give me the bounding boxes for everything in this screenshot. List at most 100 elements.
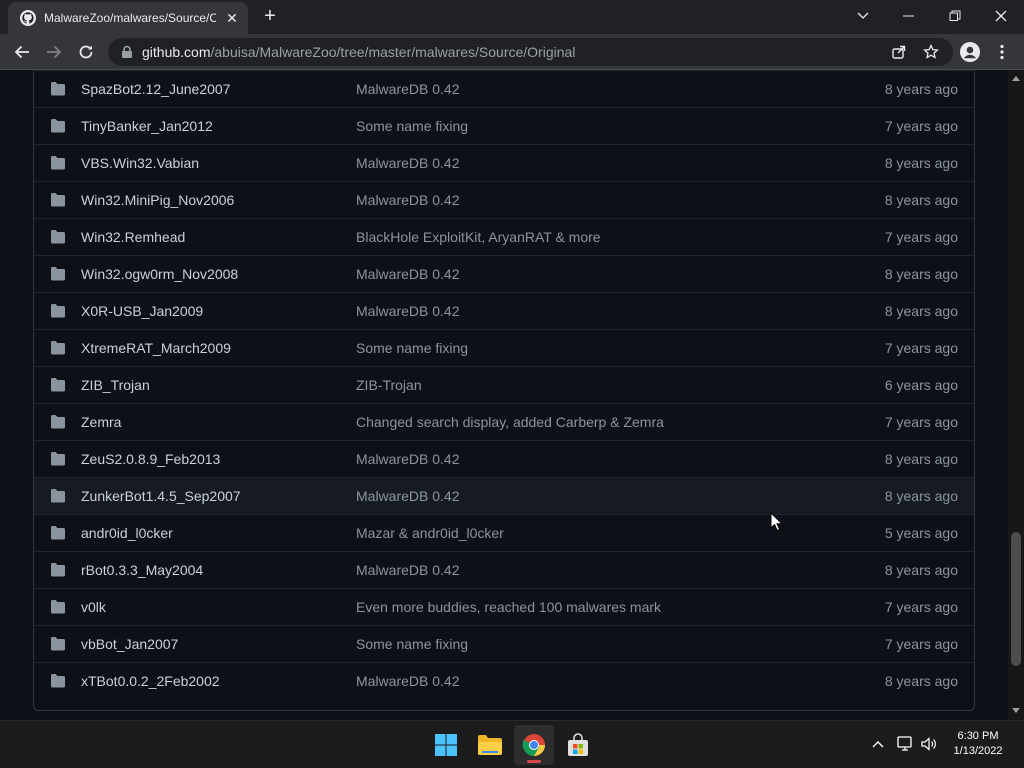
file-name-link[interactable]: XtremeRAT_March2009: [81, 340, 231, 356]
page-scrollbar[interactable]: [1008, 70, 1024, 720]
close-tab-icon[interactable]: ✕: [224, 10, 240, 26]
commit-message-link[interactable]: Changed search display, added Carberp & …: [356, 414, 664, 430]
commit-message-link[interactable]: Some name fixing: [356, 118, 468, 134]
scroll-up-icon[interactable]: [1012, 76, 1020, 81]
file-name-link[interactable]: xTBot0.0.2_2Feb2002: [81, 673, 220, 689]
address-bar[interactable]: github.com/abuisa/MalwareZoo/tree/master…: [108, 38, 953, 66]
table-row[interactable]: ZIB_Trojan ZIB-Trojan 6 years ago: [34, 366, 974, 403]
browser-toolbar: github.com/abuisa/MalwareZoo/tree/master…: [0, 34, 1024, 70]
folder-app-icon: [478, 735, 502, 755]
commit-message-link[interactable]: MalwareDB 0.42: [356, 451, 460, 467]
tab-strip: MalwareZoo/malwares/Source/Original ✕ +: [0, 0, 1024, 34]
commit-message-link[interactable]: Some name fixing: [356, 340, 468, 356]
table-row[interactable]: Win32.ogw0rm_Nov2008 MalwareDB 0.42 8 year…: [34, 255, 974, 292]
table-row[interactable]: rBot0.3.3_May2004 MalwareDB 0.42 8 years a…: [34, 551, 974, 588]
taskbar-clock[interactable]: 6:30 PM 1/13/2022: [938, 729, 1018, 759]
file-name-link[interactable]: X0R-USB_Jan2009: [81, 303, 203, 319]
forward-button[interactable]: [40, 38, 68, 66]
file-name-link[interactable]: ZeuS2.0.8.9_Feb2013: [81, 451, 220, 467]
table-row[interactable]: X0R-USB_Jan2009 MalwareDB 0.42 8 years ago: [34, 292, 974, 329]
chevron-down-icon[interactable]: [840, 0, 886, 32]
file-name-link[interactable]: vbBot_Jan2007: [81, 636, 178, 652]
commit-age: 7 years ago: [884, 118, 958, 134]
minimize-button[interactable]: [886, 0, 932, 32]
file-name-link[interactable]: TinyBanker_Jan2012: [81, 118, 213, 134]
store-button[interactable]: [558, 725, 598, 765]
file-name-link[interactable]: rBot0.3.3_May2004: [81, 562, 203, 578]
table-row[interactable]: xTBot0.0.2_2Feb2002 MalwareDB 0.42 8 years…: [34, 662, 974, 699]
file-name-link[interactable]: Win32.ogw0rm_Nov2008: [81, 266, 238, 282]
share-icon[interactable]: [885, 38, 913, 66]
commit-message-link[interactable]: MalwareDB 0.42: [356, 562, 460, 578]
table-row[interactable]: ZunkerBot1.4.5_Sep2007 MalwareDB 0.42 8 ye…: [34, 477, 974, 514]
volume-icon[interactable]: [918, 733, 940, 755]
folder-icon: [51, 452, 65, 466]
new-tab-button[interactable]: +: [258, 5, 282, 29]
clock-time: 6:30 PM: [957, 730, 999, 742]
close-window-button[interactable]: [978, 0, 1024, 32]
active-app-indicator: [527, 760, 541, 763]
file-name-link[interactable]: Win32.MiniPig_Nov2006: [81, 192, 234, 208]
profile-button[interactable]: [956, 38, 984, 66]
commit-message-link[interactable]: Mazar & andr0id_l0cker: [356, 525, 504, 541]
commit-message-link[interactable]: ZIB-Trojan: [356, 377, 422, 393]
table-row[interactable]: Zemra Changed search display, added Carbe…: [34, 403, 974, 440]
file-name-link[interactable]: Win32.Remhead: [81, 229, 185, 245]
commit-age: 8 years ago: [884, 81, 958, 97]
commit-message-link[interactable]: Even more buddies, reached 100 malwares …: [356, 599, 661, 615]
table-row[interactable]: VBS.Win32.Vabian MalwareDB 0.42 8 years ag…: [34, 144, 974, 181]
commit-message-link[interactable]: MalwareDB 0.42: [356, 81, 460, 97]
scroll-thumb[interactable]: [1011, 532, 1021, 666]
commit-age: 8 years ago: [884, 155, 958, 171]
table-row[interactable]: SpazBot2.12_June2007 MalwareDB 0.42 8 year…: [34, 70, 974, 107]
commit-message-link[interactable]: MalwareDB 0.42: [356, 673, 460, 689]
commit-message-link[interactable]: MalwareDB 0.42: [356, 488, 460, 504]
table-row[interactable]: ZeuS2.0.8.9_Feb2013 MalwareDB 0.42 8 years…: [34, 440, 974, 477]
table-row[interactable]: andr0id_l0cker Mazar & andr0id_l0cker 5 ye…: [34, 514, 974, 551]
commit-message-link[interactable]: MalwareDB 0.42: [356, 303, 460, 319]
table-row[interactable]: XtremeRAT_March2009 Some name fixing 7 yea…: [34, 329, 974, 366]
start-button[interactable]: [426, 725, 466, 765]
url-host: github.com: [142, 44, 211, 60]
folder-icon: [51, 526, 65, 540]
file-name-link[interactable]: SpazBot2.12_June2007: [81, 81, 230, 97]
back-button[interactable]: [8, 38, 36, 66]
arrow-left-icon: [14, 45, 29, 59]
commit-age: 8 years ago: [884, 673, 958, 689]
network-icon[interactable]: [895, 733, 917, 755]
commit-age: 6 years ago: [884, 377, 958, 393]
commit-message-link[interactable]: BlackHole ExploitKit, AryanRAT & more: [356, 229, 601, 245]
reload-button[interactable]: [72, 38, 100, 66]
table-row[interactable]: TinyBanker_Jan2012 Some name fixing 7 year…: [34, 107, 974, 144]
commit-age: 5 years ago: [884, 525, 958, 541]
folder-icon: [51, 378, 65, 392]
table-row[interactable]: v0lk Even more buddies, reached 100 malwa…: [34, 588, 974, 625]
bookmark-star-icon[interactable]: [917, 38, 945, 66]
chevron-up-icon[interactable]: [867, 733, 889, 755]
table-row[interactable]: vbBot_Jan2007 Some name fixing 7 years ago: [34, 625, 974, 662]
chrome-button[interactable]: [514, 725, 554, 765]
profile-avatar-icon: [960, 42, 980, 62]
restore-button[interactable]: [932, 0, 978, 32]
commit-message-link[interactable]: MalwareDB 0.42: [356, 266, 460, 282]
scroll-down-icon[interactable]: [1012, 708, 1020, 713]
file-explorer-button[interactable]: [470, 725, 510, 765]
commit-message-link[interactable]: MalwareDB 0.42: [356, 155, 460, 171]
table-row[interactable]: Win32.MiniPig_Nov2006 MalwareDB 0.42 8 yea…: [34, 181, 974, 218]
browser-tab[interactable]: MalwareZoo/malwares/Source/Original ✕: [8, 2, 248, 34]
file-name-link[interactable]: VBS.Win32.Vabian: [81, 155, 199, 171]
commit-message-link[interactable]: MalwareDB 0.42: [356, 192, 460, 208]
menu-button[interactable]: [988, 38, 1016, 66]
commit-message-link[interactable]: Some name fixing: [356, 636, 468, 652]
file-name-link[interactable]: andr0id_l0cker: [81, 525, 173, 541]
commit-age: 7 years ago: [884, 414, 958, 430]
file-name-link[interactable]: ZunkerBot1.4.5_Sep2007: [81, 488, 241, 504]
table-row[interactable]: Win32.Remhead BlackHole ExploitKit, Aryan…: [34, 218, 974, 255]
file-name-link[interactable]: ZIB_Trojan: [81, 377, 150, 393]
folder-icon: [51, 341, 65, 355]
commit-age: 8 years ago: [884, 562, 958, 578]
commit-age: 7 years ago: [884, 599, 958, 615]
windows-taskbar: 6:30 PM 1/13/2022: [0, 720, 1024, 768]
file-name-link[interactable]: Zemra: [81, 414, 121, 430]
file-name-link[interactable]: v0lk: [81, 599, 106, 615]
